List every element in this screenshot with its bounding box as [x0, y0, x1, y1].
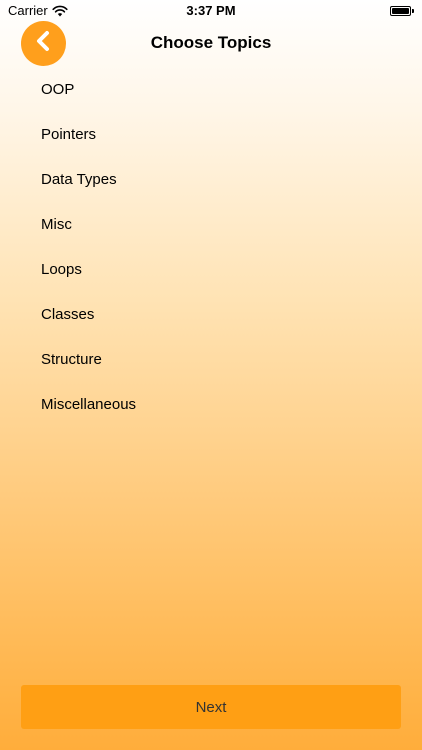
status-bar: Carrier 3:37 PM — [0, 0, 422, 22]
battery-icon — [390, 6, 414, 16]
status-time: 3:37 PM — [186, 3, 236, 18]
topic-item-classes[interactable]: Classes — [0, 292, 422, 337]
topic-item-miscellaneous[interactable]: Miscellaneous — [0, 382, 422, 427]
topic-item-pointers[interactable]: Pointers — [0, 112, 422, 157]
topic-item-misc[interactable]: Misc — [0, 202, 422, 247]
page-title: Choose Topics — [150, 33, 272, 52]
topic-item-data-types[interactable]: Data Types — [0, 157, 422, 202]
next-button[interactable]: Next — [21, 685, 401, 729]
topic-item-structure[interactable]: Structure — [0, 337, 422, 382]
topic-list: OOP Pointers Data Types Misc Loops Class… — [0, 67, 422, 427]
topic-item-oop[interactable]: OOP — [0, 67, 422, 112]
next-button-label: Next — [195, 698, 227, 716]
topic-item-loops[interactable]: Loops — [0, 247, 422, 292]
